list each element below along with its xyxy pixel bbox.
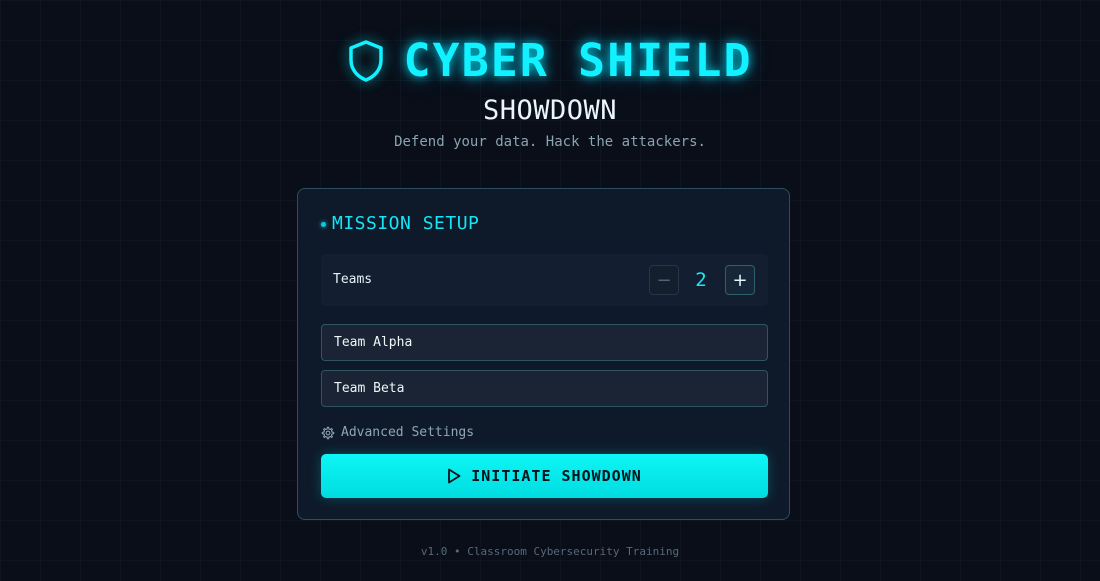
app-tagline: Defend your data. Hack the attackers.: [394, 134, 706, 150]
increase-teams-button[interactable]: +: [725, 265, 755, 295]
heading-dot-icon: [321, 221, 326, 227]
panel-title: MISSION SETUP: [332, 213, 480, 234]
initiate-showdown-button[interactable]: INITIATE SHOWDOWN: [321, 454, 768, 498]
play-icon: [447, 468, 461, 484]
shield-icon: [347, 39, 385, 83]
advanced-settings-toggle[interactable]: Advanced Settings: [321, 425, 474, 441]
mission-setup-panel: MISSION SETUP Teams − 2 + Advanced Setti…: [297, 188, 790, 520]
advanced-settings-label: Advanced Settings: [341, 425, 475, 440]
title-row: CYBER SHIELD: [0, 36, 1100, 86]
panel-heading: MISSION SETUP: [321, 213, 479, 235]
footer-version: v1.0 • Classroom Cybersecurity Training: [420, 545, 680, 558]
app-subtitle: SHOWDOWN: [482, 95, 618, 126]
gear-icon: [321, 426, 335, 440]
decrease-teams-button[interactable]: −: [649, 265, 679, 295]
team-count: 2: [695, 269, 707, 291]
teams-stepper-row: Teams − 2 +: [321, 254, 768, 306]
app-title: CYBER SHIELD: [403, 34, 753, 87]
teams-label: Teams: [333, 272, 373, 287]
team-name-input-1[interactable]: [321, 324, 768, 361]
initiate-showdown-label: INITIATE SHOWDOWN: [471, 467, 642, 485]
team-name-input-2[interactable]: [321, 370, 768, 407]
